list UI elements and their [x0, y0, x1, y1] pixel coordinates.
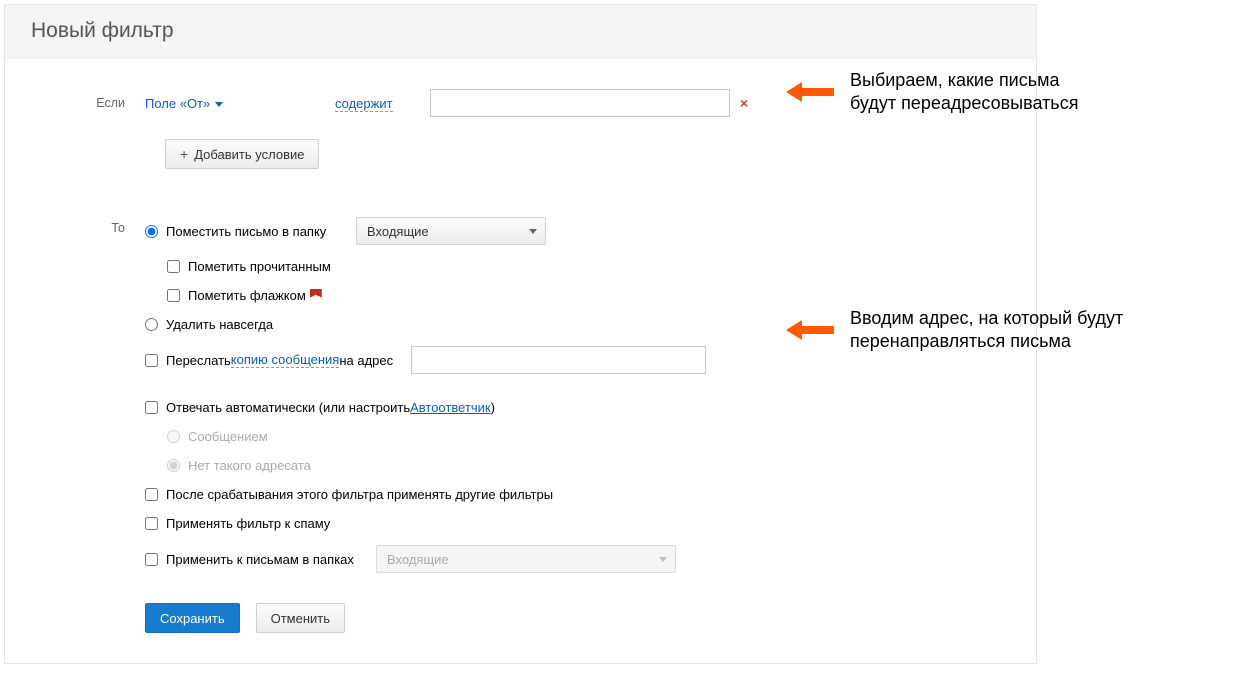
- save-button[interactable]: Сохранить: [145, 603, 240, 633]
- field-selector-label: Поле «От»: [145, 96, 210, 111]
- page-title: Новый фильтр: [5, 5, 1036, 59]
- autoresp-nosender-radio: [167, 459, 180, 472]
- continue-filters-label: После срабатывания этого фильтра применя…: [166, 487, 553, 502]
- actions-label: То: [25, 217, 145, 633]
- apply-spam-label: Применять фильтр к спаму: [166, 516, 330, 531]
- apply-folders-select: Входящие: [376, 545, 676, 573]
- remove-condition-icon[interactable]: ×: [740, 95, 748, 111]
- annotation-mid: Вводим адрес, на который будут перенапра…: [850, 307, 1123, 354]
- cancel-button[interactable]: Отменить: [256, 603, 345, 633]
- autoresp-message-label: Сообщением: [188, 429, 268, 444]
- apply-spam-checkbox[interactable]: [145, 517, 158, 530]
- mark-read-label: Пометить прочитанным: [188, 259, 331, 274]
- autoresponder-prefix: Отвечать автоматически (или настроить: [166, 400, 410, 415]
- move-to-folder-radio[interactable]: [145, 225, 158, 238]
- forward-prefix: Переслать: [166, 353, 231, 368]
- mark-flag-label: Пометить флажком: [188, 288, 306, 303]
- autoresp-nosender-label: Нет такого адресата: [188, 458, 311, 473]
- forward-suffix: на адрес: [339, 353, 393, 368]
- apply-folders-value: Входящие: [387, 552, 449, 567]
- delete-radio[interactable]: [145, 318, 158, 331]
- chevron-down-icon: [659, 557, 667, 562]
- forward-checkbox[interactable]: [145, 354, 158, 367]
- add-condition-button[interactable]: + Добавить условие: [165, 139, 319, 169]
- autoresponder-checkbox[interactable]: [145, 401, 158, 414]
- continue-filters-checkbox[interactable]: [145, 488, 158, 501]
- arrow-icon: [786, 84, 834, 100]
- field-selector[interactable]: Поле «От»: [145, 96, 223, 111]
- annotation-top: Выбираем, какие письма будут переадресов…: [850, 69, 1078, 116]
- forward-copy-link[interactable]: копию сообщения: [231, 352, 340, 368]
- apply-folders-label: Применить к письмам в папках: [166, 552, 376, 567]
- folder-select-value: Входящие: [367, 224, 429, 239]
- plus-icon: +: [180, 146, 188, 162]
- move-to-folder-label: Поместить письмо в папку: [166, 224, 356, 239]
- flag-icon: [310, 289, 322, 303]
- arrow-icon: [786, 322, 834, 338]
- delete-label: Удалить навсегда: [166, 317, 273, 332]
- chevron-down-icon: [215, 102, 223, 107]
- chevron-down-icon: [529, 229, 537, 234]
- autoresp-message-radio: [167, 430, 180, 443]
- forward-address-input[interactable]: [411, 346, 706, 374]
- add-condition-label: Добавить условие: [194, 147, 304, 162]
- apply-folders-checkbox[interactable]: [145, 553, 158, 566]
- operator-selector[interactable]: содержит: [335, 96, 393, 112]
- folder-select[interactable]: Входящие: [356, 217, 546, 245]
- conditions-label: Если: [25, 96, 145, 110]
- autoresponder-suffix: ): [491, 400, 495, 415]
- condition-value-input[interactable]: [430, 89, 730, 117]
- mark-flag-checkbox[interactable]: [167, 289, 180, 302]
- autoresponder-link[interactable]: Автоответчик: [410, 400, 490, 415]
- mark-read-checkbox[interactable]: [167, 260, 180, 273]
